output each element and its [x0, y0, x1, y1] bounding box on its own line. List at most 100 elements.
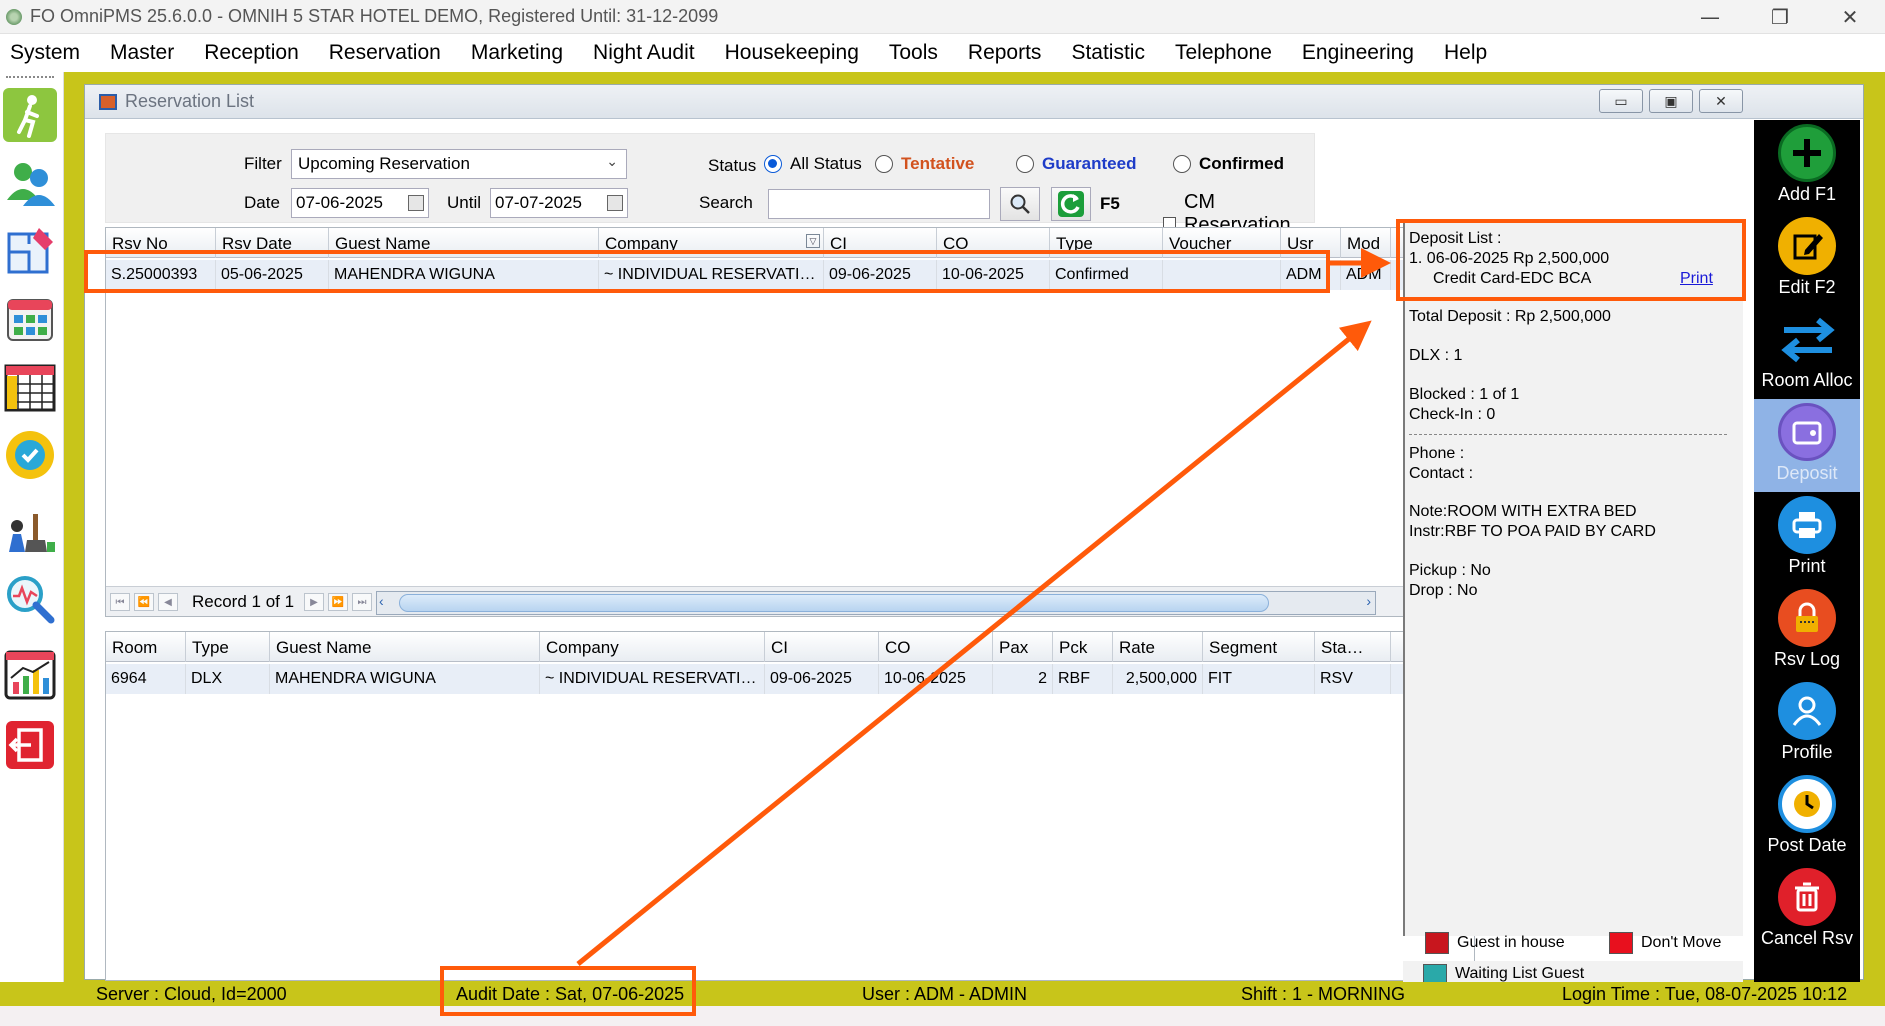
left-dock [0, 72, 64, 982]
close-button[interactable]: ✕ [1815, 0, 1885, 34]
user-icon [1778, 682, 1836, 740]
statistics-chart-icon[interactable] [3, 648, 57, 702]
status-tentative-radio[interactable]: Tentative [875, 154, 974, 174]
next-page-button[interactable]: ⏩ [328, 593, 348, 611]
menu-reception[interactable]: Reception [204, 41, 299, 65]
radio-icon [1173, 155, 1191, 173]
horizontal-scrollbar[interactable]: ‹ › [376, 591, 1376, 615]
date-from-field[interactable]: 07-06-2025 [291, 188, 429, 218]
column-header[interactable]: Rate [1113, 632, 1203, 662]
deposit-button[interactable]: Deposit [1754, 399, 1860, 492]
restore-button[interactable]: ❐ [1745, 0, 1815, 34]
search-button[interactable] [1000, 187, 1040, 221]
radio-icon [875, 155, 893, 173]
last-record-button[interactable]: ⏭ [352, 593, 372, 611]
menu-statistic[interactable]: Statistic [1071, 41, 1145, 65]
guests-icon[interactable] [3, 156, 57, 210]
first-record-button[interactable]: ⏮ [110, 593, 130, 611]
column-header[interactable]: CI [824, 228, 937, 258]
column-header[interactable]: Pck [1053, 632, 1113, 662]
filter-funnel-icon[interactable]: ▽ [806, 234, 820, 248]
column-header[interactable]: Sta… [1315, 632, 1391, 662]
column-header[interactable]: CO [879, 632, 993, 662]
column-header[interactable]: CI [765, 632, 879, 662]
exit-icon[interactable] [3, 718, 57, 772]
table-row[interactable]: S.25000393 05-06-2025 MAHENDRA WIGUNA ~ … [106, 260, 1474, 290]
deposit-method: Credit Card-EDC BCA [1433, 270, 1592, 287]
date-until-field[interactable]: 07-07-2025 [490, 188, 628, 218]
status-confirmed-radio[interactable]: Confirmed [1173, 154, 1284, 174]
available-badge-icon[interactable] [3, 428, 57, 482]
menu-reservation[interactable]: Reservation [329, 41, 441, 65]
filter-label: Filter [244, 154, 282, 173]
note-line: Note:ROOM WITH EXTRA BED [1409, 503, 1637, 520]
calendar-icon[interactable] [607, 195, 623, 211]
search-input[interactable] [768, 189, 990, 219]
menu-master[interactable]: Master [110, 41, 174, 65]
walk-in-icon[interactable] [3, 88, 57, 142]
form-title-bar: Reservation List [85, 85, 1863, 119]
refresh-button[interactable] [1051, 187, 1091, 221]
menu-telephone[interactable]: Telephone [1175, 41, 1272, 65]
menu-housekeeping[interactable]: Housekeeping [725, 41, 859, 65]
column-header[interactable]: Company [599, 228, 824, 258]
column-header[interactable]: Company [540, 632, 765, 662]
column-header[interactable]: Type [1050, 228, 1163, 258]
column-header[interactable]: Rsv Date [216, 228, 329, 258]
rsv-log-button[interactable]: Rsv Log [1754, 585, 1860, 678]
drop-line: Drop : No [1409, 582, 1478, 599]
menu-help[interactable]: Help [1444, 41, 1487, 65]
prev-record-button[interactable]: ◀ [158, 593, 178, 611]
post-date-button[interactable]: Post Date [1754, 771, 1860, 864]
menu-engineering[interactable]: Engineering [1302, 41, 1414, 65]
calendar-grid-icon[interactable] [3, 292, 57, 346]
form-minimize-button[interactable]: ▭ [1599, 89, 1643, 113]
column-header[interactable]: Mod [1341, 228, 1391, 258]
scrollbar-thumb[interactable] [399, 594, 1269, 612]
minimize-button[interactable]: — [1675, 0, 1745, 34]
radio-icon [1016, 155, 1034, 173]
print-button[interactable]: Print [1754, 492, 1860, 585]
status-guaranteed-radio[interactable]: Guaranteed [1016, 154, 1136, 174]
date-until-value: 07-07-2025 [495, 193, 582, 212]
column-header[interactable]: Rsv No [106, 228, 216, 258]
table-row[interactable]: 6964 DLX MAHENDRA WIGUNA ~ INDIVIDUAL RE… [106, 664, 1474, 694]
edit-button[interactable]: Edit F2 [1754, 213, 1860, 306]
prev-page-button[interactable]: ⏪ [134, 593, 154, 611]
column-header[interactable]: Pax [993, 632, 1053, 662]
scroll-left-icon[interactable]: ‹ [379, 593, 384, 609]
form-maximize-button[interactable]: ▣ [1649, 89, 1693, 113]
column-header[interactable]: Segment [1203, 632, 1315, 662]
filter-combo[interactable]: Upcoming Reservation ⌄ [291, 149, 627, 179]
room-alloc-button[interactable]: Room Alloc [1754, 306, 1860, 399]
status-all-radio[interactable]: All Status [764, 154, 862, 174]
column-header[interactable]: Guest Name [270, 632, 540, 662]
menu-reports[interactable]: Reports [968, 41, 1042, 65]
add-button[interactable]: Add F1 [1754, 120, 1860, 213]
divider [1409, 434, 1727, 435]
column-header[interactable]: Guest Name [329, 228, 599, 258]
menu-system[interactable]: System [10, 41, 80, 65]
cancel-rsv-button[interactable]: Cancel Rsv [1754, 864, 1860, 957]
legend-label: Don't Move [1641, 934, 1722, 951]
column-header[interactable]: Usr [1281, 228, 1341, 258]
calendar-2023-icon[interactable] [3, 360, 57, 414]
profile-button[interactable]: Profile [1754, 678, 1860, 771]
print-deposit-link[interactable]: Print [1680, 270, 1713, 288]
column-header[interactable]: Type [186, 632, 270, 662]
form-close-button[interactable]: ✕ [1699, 89, 1743, 113]
column-header[interactable]: Voucher [1163, 228, 1281, 258]
scroll-right-icon[interactable]: › [1366, 593, 1371, 609]
table-cell [1163, 260, 1281, 290]
calendar-icon[interactable] [408, 195, 424, 211]
column-header[interactable]: CO [937, 228, 1050, 258]
analysis-search-icon[interactable] [3, 572, 57, 626]
menu-night-audit[interactable]: Night Audit [593, 41, 695, 65]
table-cell: 09-06-2025 [765, 664, 879, 694]
floor-plan-icon[interactable] [3, 224, 57, 278]
menu-tools[interactable]: Tools [889, 41, 938, 65]
next-record-button[interactable]: ▶ [304, 593, 324, 611]
column-header[interactable]: Room [106, 632, 186, 662]
menu-marketing[interactable]: Marketing [471, 41, 563, 65]
housekeeping-icon[interactable] [3, 504, 57, 558]
